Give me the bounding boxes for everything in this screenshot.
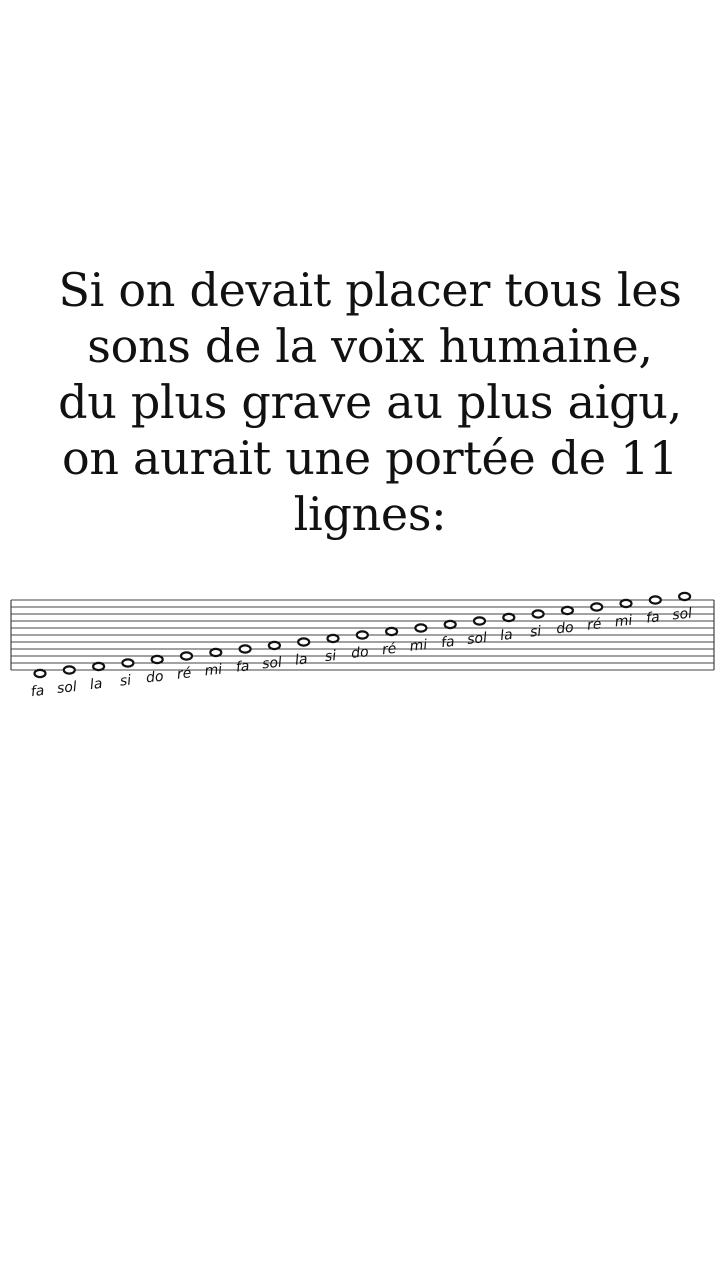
caption-line-5: lignes: [293,487,447,541]
note: ré [586,602,604,634]
note-label: mi [204,662,223,680]
whole-note-head [560,605,575,616]
note: si [324,633,340,665]
note: la [499,612,516,644]
note-label: do [145,669,164,687]
whole-note-head [619,598,633,609]
note-label: si [324,648,337,665]
note: sol [466,616,488,648]
note-label: do [350,644,369,662]
note: fa [645,595,662,627]
note: la [294,637,311,669]
whole-note-head [326,633,340,644]
whole-note-head [648,595,662,605]
note-label: ré [176,665,192,682]
whole-note-head [121,658,135,668]
whole-note-head [355,630,369,640]
whole-note-head [385,626,399,637]
caption-text: Si on devait placer tous les sons de la … [40,262,700,542]
whole-note-head [443,619,457,630]
note: do [555,605,575,638]
note-label: ré [586,616,602,633]
note-label: sol [261,655,282,673]
whole-note-head [62,665,76,675]
note: sol [261,640,283,673]
note-label: sol [466,630,487,648]
note: ré [381,626,399,658]
staff-diagram: fa sol la si do ré mi fa sol la si do ré mi fa sol la si d… [10,591,715,700]
note: ré [176,651,194,683]
note-label: mi [614,613,633,631]
whole-note-head [472,616,487,626]
whole-note-head [267,640,281,651]
note: la [89,661,106,693]
note-label: la [294,651,308,668]
note: do [145,654,164,687]
caption-line-2: sons de la voix humaine, [87,319,653,373]
note-label: fa [645,609,660,626]
note-label: si [529,623,542,640]
whole-note-head [531,609,545,619]
note-label: do [555,620,574,638]
whole-note-head [502,612,516,623]
note: do [350,630,369,662]
note-label: ré [381,641,397,658]
note: mi [204,647,223,680]
note: sol [56,665,78,697]
note-label: sol [672,606,693,624]
note: mi [614,598,633,631]
note: fa [440,619,457,651]
eleven-line-staff: fa sol la si do ré mi fa sol la si do ré mi fa sol la si d… [0,580,720,710]
caption-line-4: on aurait une portée de 11 [61,431,679,485]
note-label: la [89,676,103,693]
note: sol [672,591,693,624]
whole-note-head [209,647,223,658]
whole-note-head [590,602,604,612]
note-label: fa [235,658,250,675]
whole-note-head [414,623,428,633]
note-label: mi [409,637,428,655]
whole-note-head [677,591,692,602]
note-label: sol [56,679,77,697]
whole-note-head [150,654,164,665]
whole-note-head [33,668,47,679]
note-label: fa [30,683,45,700]
caption-line-1: Si on devait placer tous les [58,263,682,317]
note: si [529,609,545,641]
whole-note-head [91,661,106,672]
note: si [119,658,135,690]
note-label: fa [440,634,455,651]
note: mi [409,623,428,655]
note: fa [30,668,47,700]
whole-note-head [179,651,194,661]
note-label: la [499,627,513,644]
whole-note-head [238,644,252,654]
note-label: si [119,672,132,689]
note: fa [235,644,252,676]
caption-line-3: du plus grave au plus aigu, [58,375,682,429]
whole-note-head [297,637,311,647]
